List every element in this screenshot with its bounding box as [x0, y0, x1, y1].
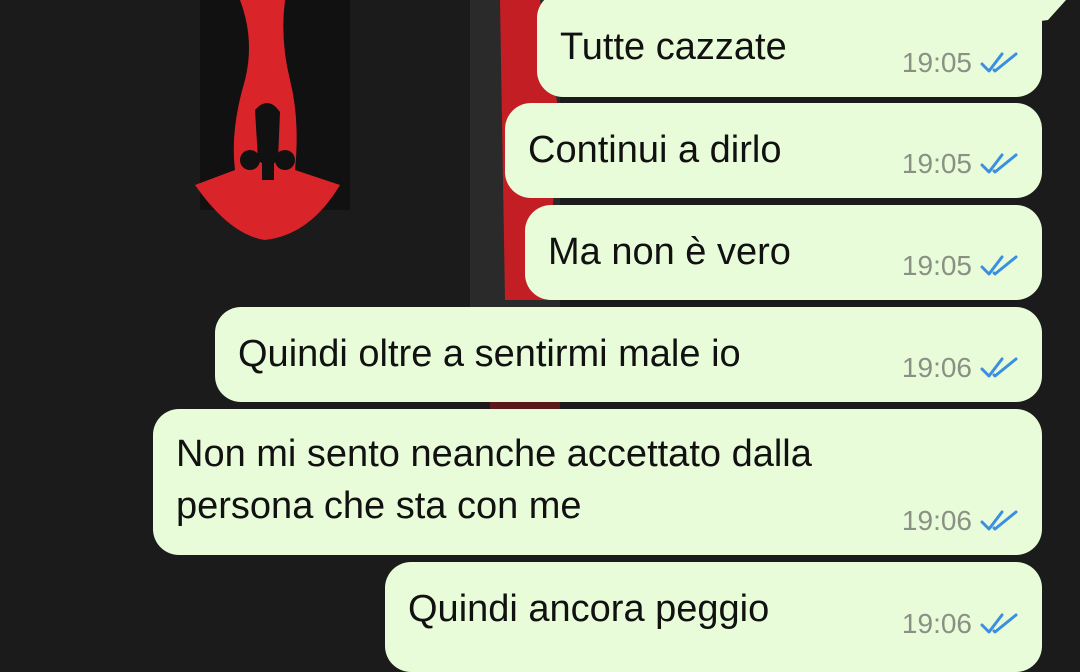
message-time: 19:06	[901, 505, 972, 536]
message-bubble[interactable]: Tutte cazzate 19:05	[537, 0, 1066, 97]
message-text: Tutte cazzate	[560, 26, 787, 68]
message-meta: 19:06	[902, 352, 1020, 384]
bubble-tail	[1018, 0, 1066, 22]
message-list: Tutte cazzate 19:05 Continui a dirlo 19:…	[0, 0, 1080, 672]
message-meta: 19:06	[902, 608, 1020, 640]
message-text: Quindi ancora peggio	[408, 588, 770, 630]
message-meta: 19:06	[902, 505, 1020, 537]
message-meta: 19:05	[902, 47, 1020, 79]
double-check-read-icon	[980, 510, 1018, 531]
message-bubble[interactable]: Continui a dirlo 19:05	[505, 103, 1042, 198]
message-meta: 19:05	[902, 250, 1020, 282]
message-time: 19:05	[901, 148, 972, 179]
message-text-line-2: persona che sta con me	[176, 485, 582, 527]
double-check-read-icon	[980, 613, 1018, 634]
message-meta: 19:05	[902, 148, 1020, 180]
message-text: Quindi oltre a sentirmi male io	[238, 333, 741, 375]
message-bubble[interactable]: Quindi ancora peggio 19:06	[385, 562, 1042, 672]
message-bubble[interactable]: Non mi sento neanche accettato dalla per…	[153, 409, 1042, 555]
message-time: 19:05	[901, 250, 972, 281]
double-check-read-icon	[980, 52, 1018, 73]
message-text: Continui a dirlo	[528, 129, 782, 171]
message-time: 19:05	[901, 47, 972, 78]
double-check-read-icon	[980, 357, 1018, 378]
double-check-read-icon	[980, 153, 1018, 174]
message-time: 19:06	[901, 352, 972, 383]
message-bubble[interactable]: Ma non è vero 19:05	[525, 205, 1042, 300]
message-time: 19:06	[901, 608, 972, 639]
message-text-line-1: Non mi sento neanche accettato dalla	[176, 433, 812, 475]
message-text: Ma non è vero	[548, 231, 791, 273]
message-bubble[interactable]: Quindi oltre a sentirmi male io 19:06	[215, 307, 1042, 402]
double-check-read-icon	[980, 255, 1018, 276]
